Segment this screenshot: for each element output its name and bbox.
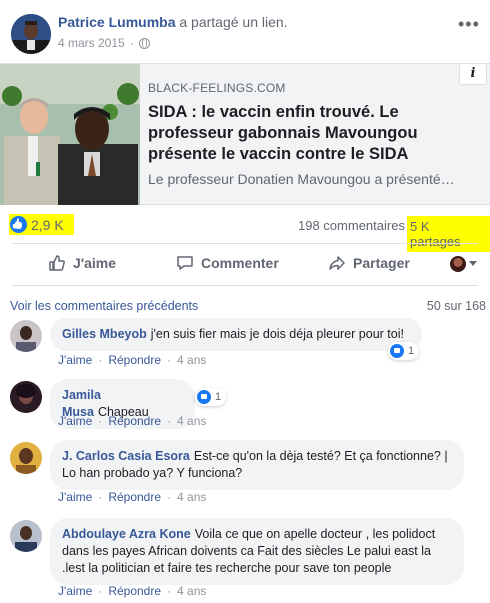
action-bar: J'aime Commenter Partager	[0, 246, 490, 282]
comment-author[interactable]: Abdoulaye Azra Kone	[62, 527, 191, 541]
link-title[interactable]: SIDA : le vaccin enfin trouvé. Le profes…	[148, 102, 484, 165]
divider	[12, 243, 478, 244]
comments-header: Voir les commentaires précédents 50 sur …	[10, 299, 486, 313]
comment-bubble: Abdoulaye Azra Kone Voila ce que on apell…	[50, 518, 464, 585]
dot-separator: ·	[167, 414, 172, 428]
like-button[interactable]: J'aime	[48, 254, 116, 272]
author-avatar[interactable]	[11, 14, 51, 54]
commenter-avatar[interactable]	[10, 381, 42, 413]
viewer-avatar[interactable]	[450, 256, 466, 272]
post-date[interactable]: 4 mars 2015	[58, 36, 125, 50]
commenter-avatar[interactable]	[10, 442, 42, 474]
dot-separator: ·	[98, 414, 103, 428]
comment-actions: J'aime · Répondre · 4 ans	[58, 490, 206, 504]
link-description: Le professeur Donatien Mavoungou a prése…	[148, 171, 455, 187]
view-previous-comments-link[interactable]: Voir les commentaires précédents	[10, 299, 198, 313]
post-meta: 4 mars 2015 ·	[58, 36, 150, 50]
comment-reply-link[interactable]: Répondre	[108, 414, 161, 428]
link-preview-text: BLACK-FEELINGS.COM SIDA : le vaccin enfi…	[148, 81, 484, 187]
dot-separator: ·	[98, 584, 103, 598]
like-button-label: J'aime	[73, 255, 117, 271]
comment-actions: J'aime · Répondre · 4 ans	[58, 414, 206, 428]
divider	[12, 285, 478, 286]
dot-separator: ·	[167, 490, 172, 504]
link-preview-image[interactable]	[0, 64, 140, 205]
comment-actions: J'aime · Répondre · 4 ans	[58, 584, 206, 598]
dot-separator: ·	[129, 36, 134, 50]
chevron-down-icon[interactable]	[469, 261, 477, 266]
comment-text: j'en suis fier mais je dois déja pleurer…	[150, 327, 404, 341]
thumbs-up-icon	[49, 255, 65, 271]
like-reaction-icon	[390, 344, 404, 358]
comment-author[interactable]: Gilles Mbeyob	[62, 327, 147, 341]
link-domain: BLACK-FEELINGS.COM	[148, 81, 286, 95]
dot-separator: ·	[98, 353, 103, 367]
comment-like-link[interactable]: J'aime	[58, 353, 92, 367]
comment-timestamp[interactable]: 4 ans	[177, 584, 206, 598]
dot-separator: ·	[98, 490, 103, 504]
comment-like-link[interactable]: J'aime	[58, 490, 92, 504]
post-stats: 2,9 K 198 commentaires 5 K partages	[0, 206, 490, 252]
comment-button-label: Commenter	[201, 255, 279, 271]
commenter-avatar[interactable]	[10, 520, 42, 552]
comment-reply-link[interactable]: Répondre	[108, 353, 161, 367]
like-count[interactable]: 2,9 K	[9, 214, 74, 235]
comment-author[interactable]: J. Carlos Casia Esora	[62, 449, 190, 463]
share-arrow-icon	[329, 256, 345, 270]
comment-bubble: Gilles Mbeyob j'en suis fier mais je dois…	[50, 318, 422, 351]
share-button-label: Partager	[353, 255, 410, 271]
comment-bubble: J. Carlos Casia Esora Est-ce qu'on la dèj…	[50, 440, 464, 490]
comment-reaction-count[interactable]: 1	[195, 388, 227, 406]
commenter-avatar[interactable]	[10, 320, 42, 352]
more-options-icon[interactable]: •••	[458, 14, 480, 35]
globe-icon[interactable]	[138, 37, 150, 49]
comment-count[interactable]: 198 commentaires	[298, 218, 405, 233]
comment-reply-link[interactable]: Répondre	[108, 490, 161, 504]
facebook-post: Patrice Lumumba a partagé un lien. 4 mar…	[0, 0, 490, 603]
dot-separator: ·	[167, 353, 172, 367]
comments-pagination: 50 sur 168	[426, 299, 486, 313]
reaction-count: 1	[408, 345, 415, 357]
share-button[interactable]: Partager	[328, 254, 410, 272]
comment-like-link[interactable]: J'aime	[58, 414, 92, 428]
like-reaction-icon	[197, 390, 211, 404]
comment-timestamp[interactable]: 4 ans	[177, 414, 206, 428]
info-icon[interactable]: i	[459, 63, 487, 85]
comment-like-link[interactable]: J'aime	[58, 584, 92, 598]
link-preview-card[interactable]: BLACK-FEELINGS.COM SIDA : le vaccin enfi…	[0, 63, 490, 205]
comment-timestamp[interactable]: 4 ans	[177, 490, 206, 504]
like-reaction-icon	[10, 216, 27, 233]
comment-timestamp[interactable]: 4 ans	[177, 353, 206, 367]
reaction-count: 1	[215, 391, 222, 403]
comment-icon	[177, 256, 193, 270]
post-header-title: Patrice Lumumba a partagé un lien.	[58, 14, 288, 30]
post-action-text: a partagé un lien.	[179, 14, 288, 30]
author-name[interactable]: Patrice Lumumba	[58, 14, 175, 30]
dot-separator: ·	[167, 584, 172, 598]
comment-button[interactable]: Commenter	[176, 254, 279, 272]
comment-actions: J'aime · Répondre · 4 ans	[58, 353, 206, 367]
comment-reply-link[interactable]: Répondre	[108, 584, 161, 598]
like-count-label: 2,9 K	[31, 216, 64, 233]
comment-reaction-count[interactable]: 1	[388, 342, 420, 360]
